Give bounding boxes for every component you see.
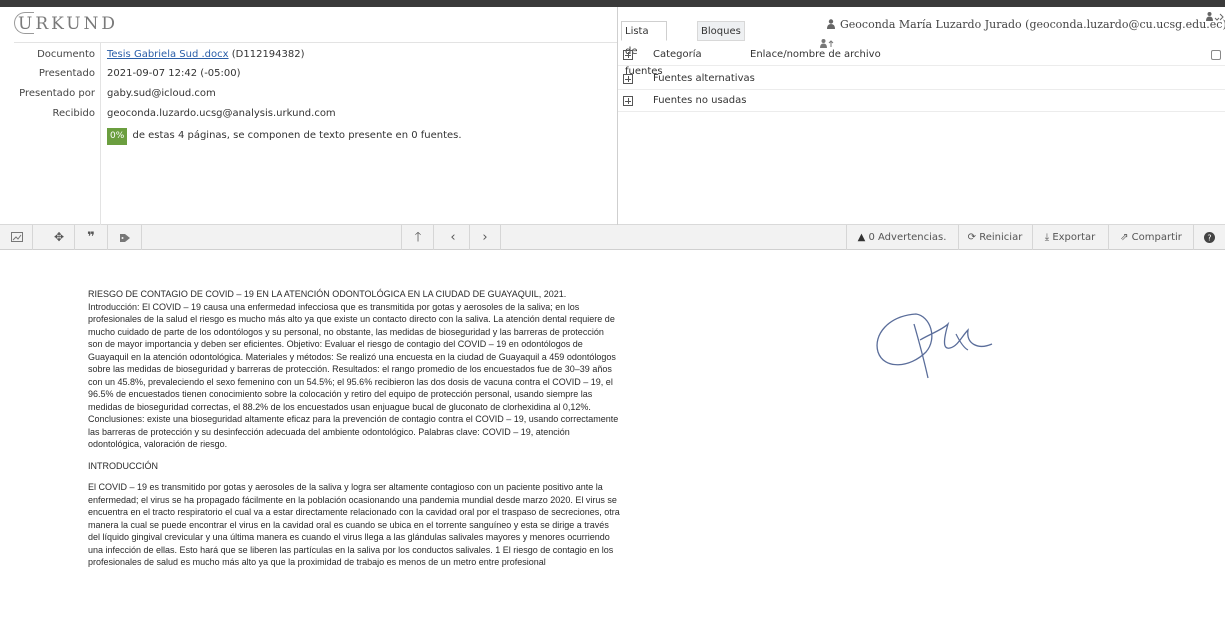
tab-bloques[interactable]: Bloques [697,21,745,41]
share-button[interactable]: ⇗ Compartir [1114,225,1188,250]
sources-header-row: Categoría Enlace/nombre de archivo [618,39,1225,66]
expand-icon[interactable] [623,96,633,106]
urkund-logo: URKUND [18,14,119,34]
document-title: RIESGO DE CONTAGIO DE COVID – 19 EN LA A… [88,289,567,299]
divider [14,42,617,43]
chart-icon[interactable] [6,225,28,250]
match-summary: 0% de estas 4 páginas, se componen de te… [107,127,462,145]
source-row-label: Fuentes no usadas [653,95,747,106]
document-link[interactable]: Tesis Gabriela Sud .docx [107,49,229,60]
download-icon: ⤓ [1044,232,1050,243]
restart-button[interactable]: ⟳ Reiniciar [964,225,1026,250]
warnings-label: 0 Advertencias. [868,232,947,243]
documento-value: Tesis Gabriela Sud .docx (D112194382) [107,46,305,64]
document-abstract: Introducción: El COVID – 19 causa una en… [88,301,619,450]
report-header: URKUND Documento Presentado Presentado p… [0,7,1225,225]
document-content: RIESGO DE CONTAGIO DE COVID – 19 EN LA A… [88,288,620,576]
tag-icon[interactable] [114,225,136,250]
documento-label: Documento [37,49,95,60]
quote-icon[interactable]: ❞ [80,225,102,250]
match-percent-badge: 0% [107,128,128,145]
refresh-icon: ⟳ [967,232,977,243]
presentado-por-value: gaby.sud@icloud.com [107,88,216,99]
expand-icon[interactable] [623,74,633,84]
warnings-button[interactable]: ▲ 0 Advertencias. [852,225,952,250]
export-label: Exportar [1052,232,1096,243]
user-label: Geoconda María Luzardo Jurado (geoconda.… [840,18,1225,31]
share-label: Compartir [1131,232,1182,243]
presentado-value: 2021-09-07 12:42 (-05:00) [107,68,241,79]
section-heading: INTRODUCCIÓN [88,460,158,471]
document-intro: El COVID – 19 es transmitido por gotas y… [88,482,620,567]
presentado-label: Presentado [38,68,95,79]
recibido-value: geoconda.luzardo.ucsg@analysis.urkund.co… [107,108,336,119]
source-row-label: Fuentes alternativas [653,73,755,84]
up-arrow-icon[interactable]: 🡑 [408,225,428,250]
restart-label: Reiniciar [979,232,1023,243]
document-info-panel: URKUND Documento Presentado Presentado p… [0,7,617,225]
filter-user-icon[interactable] [820,38,838,50]
signature [876,313,993,379]
source-row[interactable]: Fuentes no usadas [618,90,1225,112]
user-switch-icon[interactable] [1206,11,1224,23]
document-id: (D112194382) [231,49,305,60]
col-category: Categoría [653,49,702,60]
export-button[interactable]: ⤓ Exportar [1038,225,1102,250]
col-link: Enlace/nombre de archivo [750,49,881,60]
top-bar [0,0,1225,7]
help-icon[interactable]: ? [1198,225,1220,250]
user-menu[interactable]: Geoconda María Luzardo Jurado (geoconda.… [840,18,1225,31]
expand-icon[interactable] [623,50,633,60]
recibido-label: Recibido [52,108,95,119]
presentado-por-label: Presentado por [19,88,95,99]
prev-icon[interactable]: ‹ [445,225,461,250]
select-all-checkbox[interactable] [1211,50,1221,60]
user-icon [827,19,835,29]
svg-text:?: ? [1207,234,1211,243]
toolbar: ✥ ❞ 🡑 ‹ › ▲ 0 Advertencias. ⟳ Reiniciar … [0,225,1225,250]
crosshair-icon[interactable]: ✥ [48,225,70,250]
share-icon: ⇗ [1120,232,1129,243]
match-text: de estas 4 páginas, se componen de texto… [132,130,462,141]
warning-icon: ▲ [857,232,866,243]
tab-lista-de-fuentes[interactable]: Lista de fuentes [621,21,667,77]
sources-panel: Lista de fuentes Bloques Geoconda María … [617,7,1225,225]
meta-labels-column: Documento Presentado Presentado por Reci… [0,43,101,225]
next-icon[interactable]: › [477,225,493,250]
source-row[interactable]: Fuentes alternativas [618,68,1225,90]
